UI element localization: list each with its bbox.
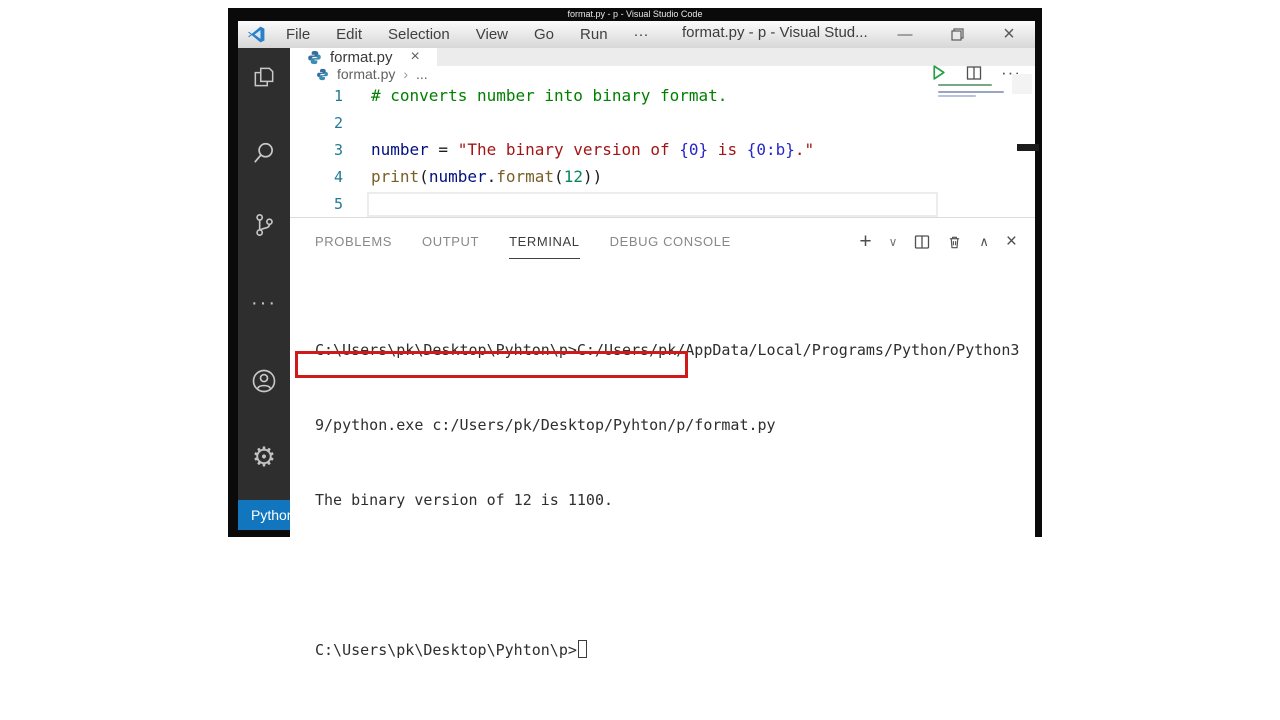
vscode-logo-icon: [247, 25, 266, 44]
code-line-3[interactable]: 3 number = "The binary version of {0} is…: [290, 136, 1035, 163]
tab-terminal[interactable]: TERMINAL: [509, 234, 580, 259]
tab-problems[interactable]: PROBLEMS: [315, 234, 392, 259]
menu-edit[interactable]: Edit: [336, 26, 362, 43]
minimap[interactable]: [938, 82, 1014, 128]
vscode-window: File Edit Selection View Go Run ··· form…: [238, 21, 1035, 530]
scrollbar-thumb[interactable]: [1017, 144, 1039, 151]
run-file-icon[interactable]: [930, 64, 947, 81]
menu-file[interactable]: File: [286, 26, 310, 43]
editor-column: format.py × ···: [290, 48, 1035, 500]
tab-format-py[interactable]: format.py ×: [290, 48, 437, 66]
line-number: 3: [290, 141, 343, 159]
terminal-line: 9/python.exe c:/Users/pk/Desktop/Pyhton/…: [315, 413, 1035, 438]
breadcrumb-separator: ›: [403, 66, 408, 82]
line-number: 2: [290, 114, 343, 132]
kill-terminal-trash-icon[interactable]: [947, 234, 962, 250]
window-title: format.py - p - Visual Stud...: [682, 24, 868, 41]
restore-button[interactable]: [931, 21, 983, 48]
tab-output[interactable]: OUTPUT: [422, 234, 479, 259]
minimap-line: [938, 95, 976, 97]
source-control-icon[interactable]: [238, 210, 290, 240]
terminal-prompt-line: C:\Users\pk\Desktop\Pyhton\p>: [315, 638, 1035, 663]
explorer-icon[interactable]: [238, 62, 290, 92]
annotation-highlight-box: [295, 351, 688, 378]
code-line-4[interactable]: 4 print(number.format(12)): [290, 163, 1035, 190]
menu-go[interactable]: Go: [534, 26, 554, 43]
video-frame: format.py - p - Visual Studio Code File …: [228, 8, 1042, 537]
account-icon[interactable]: [238, 366, 290, 396]
maximize-panel-icon[interactable]: ∧: [979, 234, 989, 250]
terminal-line: [315, 563, 1035, 588]
minimap-line: [938, 91, 1004, 93]
menu-view[interactable]: View: [476, 26, 508, 43]
search-icon[interactable]: [238, 138, 290, 168]
code-editor[interactable]: 1 # converts number into binary format. …: [290, 82, 1035, 217]
line-number: 5: [290, 195, 343, 213]
breadcrumb-file[interactable]: format.py: [337, 66, 395, 82]
video-window-title: format.py - p - Visual Studio Code: [228, 8, 1042, 21]
settings-gear-icon[interactable]: ⚙: [238, 442, 290, 472]
menubar: File Edit Selection View Go Run ··· form…: [238, 21, 1035, 48]
line-number: 4: [290, 168, 343, 186]
breadcrumb[interactable]: format.py › ...: [290, 66, 1035, 82]
code-line-1[interactable]: 1 # converts number into binary format.: [290, 82, 1035, 109]
editor-tabbar: format.py × ···: [290, 48, 1035, 66]
menu-more-icon[interactable]: ···: [634, 26, 649, 43]
close-panel-icon[interactable]: ×: [1006, 231, 1017, 253]
python-file-icon: [316, 68, 329, 81]
code-line-2[interactable]: 2: [290, 109, 1035, 136]
current-line-highlight: [367, 192, 938, 217]
breadcrumb-symbols[interactable]: ...: [416, 66, 428, 82]
restore-icon: [951, 28, 964, 41]
line-number: 1: [290, 87, 343, 105]
activity-bar: ··· ⚙: [238, 48, 290, 500]
tab-debug-console[interactable]: DEBUG CONSOLE: [610, 234, 731, 259]
split-editor-icon[interactable]: [966, 65, 982, 81]
new-terminal-icon[interactable]: +: [859, 230, 871, 254]
python-file-icon: [307, 50, 322, 65]
more-views-icon[interactable]: ···: [238, 288, 290, 318]
minimap-line: [938, 84, 992, 86]
menu-selection[interactable]: Selection: [388, 26, 450, 43]
bottom-panel: PROBLEMS OUTPUT TERMINAL DEBUG CONSOLE +…: [290, 217, 1035, 713]
tab-label: format.py: [330, 49, 393, 66]
menu-run[interactable]: Run: [580, 26, 608, 43]
close-window-button[interactable]: ×: [983, 21, 1035, 48]
split-terminal-icon[interactable]: [914, 234, 930, 250]
terminal-cursor: [578, 640, 587, 658]
terminal-line-result: The binary version of 12 is 1100.: [315, 488, 1035, 513]
close-icon: ×: [1003, 23, 1015, 46]
minimize-button[interactable]: —: [879, 21, 931, 48]
minimap-slider[interactable]: [1012, 74, 1032, 94]
terminal-dropdown-icon[interactable]: ∨: [889, 235, 898, 249]
tab-close-icon[interactable]: ×: [411, 48, 420, 66]
